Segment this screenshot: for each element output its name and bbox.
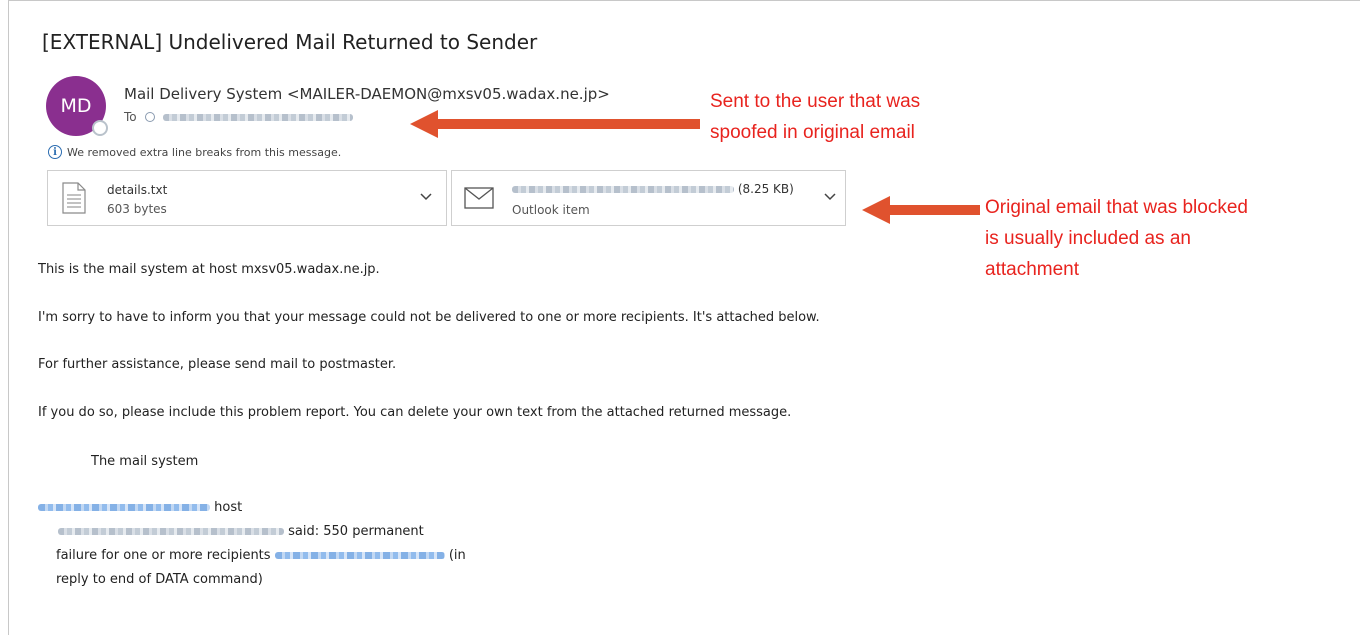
to-label: To xyxy=(124,110,137,124)
sender-name[interactable]: Mail Delivery System <MAILER-DAEMON@mxsv… xyxy=(124,85,610,103)
attachment-outlook-item[interactable]: (8.25 KB) Outlook item xyxy=(451,170,846,226)
bounce-details: failure for one or more recipients (in xyxy=(56,548,466,563)
redacted-email-link[interactable] xyxy=(38,504,210,511)
envelope-icon xyxy=(464,187,494,209)
presence-status-icon xyxy=(92,120,108,136)
redacted-recipient-link[interactable] xyxy=(274,552,445,559)
body-line: If you do so, please include this proble… xyxy=(38,405,792,420)
failure-text: failure for one or more recipients xyxy=(56,548,271,563)
recipient-presence-icon xyxy=(144,112,155,122)
in-text: (in xyxy=(448,548,466,563)
attachment-size: 603 bytes xyxy=(107,202,167,216)
attachment-type: Outlook item xyxy=(512,203,590,217)
bounce-details: reply to end of DATA command) xyxy=(56,572,263,587)
avatar-initials: MD xyxy=(60,95,92,117)
chevron-down-icon[interactable] xyxy=(418,189,434,205)
host-word: host xyxy=(214,500,243,515)
email-subject: [EXTERNAL] Undelivered Mail Returned to … xyxy=(42,30,538,54)
chevron-down-icon[interactable] xyxy=(822,189,838,205)
annotation-right: Original email that was blocked is usual… xyxy=(985,197,1248,280)
signature: The mail system xyxy=(91,454,199,469)
info-icon: i xyxy=(48,145,62,159)
redacted-hostname xyxy=(58,528,284,535)
bounce-details: host xyxy=(38,500,242,515)
info-notice: i We removed extra line breaks from this… xyxy=(48,145,341,159)
said-text: said: 550 permanent xyxy=(288,524,424,539)
body-line: This is the mail system at host mxsv05.w… xyxy=(38,262,380,277)
text-file-icon xyxy=(62,182,86,214)
arrow-left-icon xyxy=(862,196,980,224)
arrow-left-icon xyxy=(410,110,700,138)
attachment-details-txt[interactable]: details.txt 603 bytes xyxy=(47,170,447,226)
info-notice-text: We removed extra line breaks from this m… xyxy=(67,145,342,159)
recipient-row: To xyxy=(124,110,353,124)
redacted-recipient[interactable] xyxy=(162,113,353,121)
redacted-attachment-name xyxy=(512,186,734,193)
body-line: For further assistance, please send mail… xyxy=(38,357,397,372)
body-line: I'm sorry to have to inform you that you… xyxy=(38,310,820,325)
attachment-name: details.txt xyxy=(107,183,168,197)
attachment-name: (8.25 KB) xyxy=(512,182,794,196)
bounce-details: said: 550 permanent xyxy=(58,524,424,539)
annotation-top: Sent to the user that was spoofed in ori… xyxy=(710,91,921,143)
attachment-size: (8.25 KB) xyxy=(737,182,794,196)
